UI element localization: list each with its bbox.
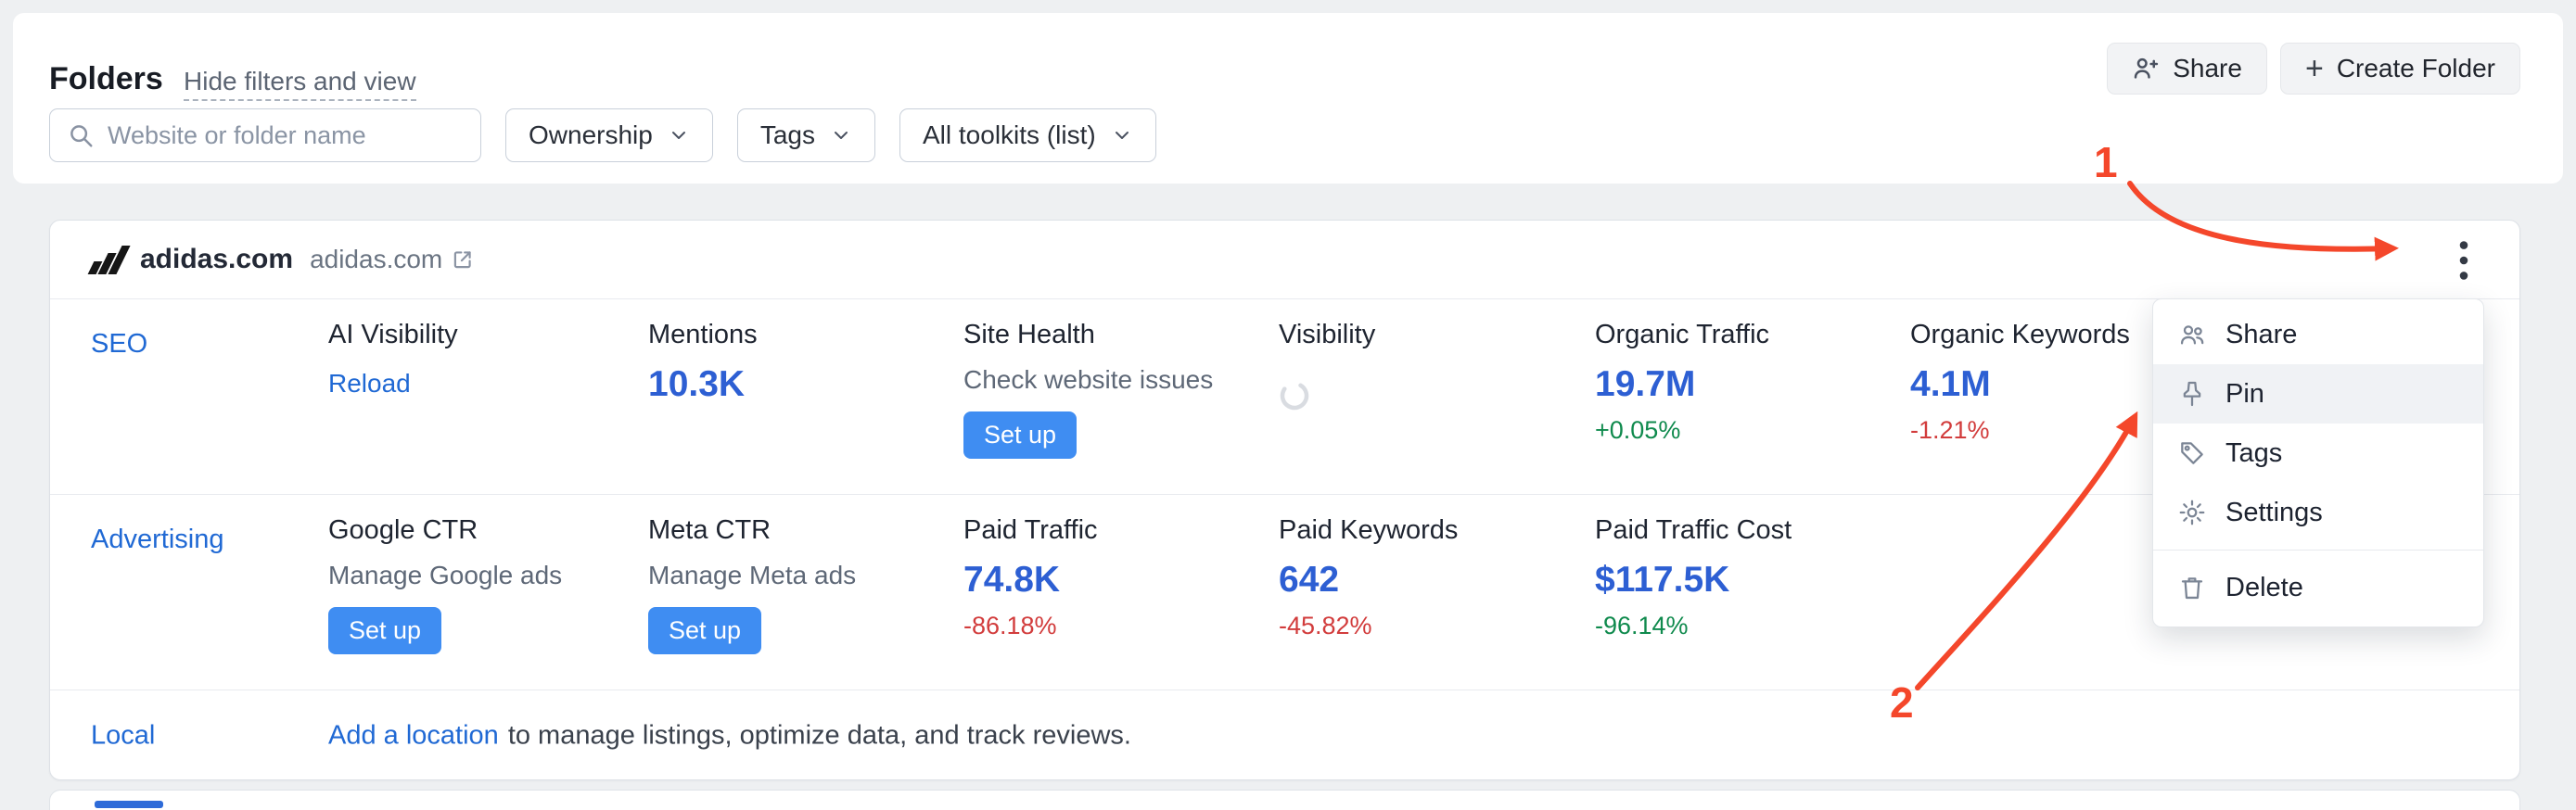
advertising-link[interactable]: Advertising — [91, 525, 223, 555]
people-icon — [2177, 320, 2207, 349]
local-content: Add a location to manage listings, optimi… — [328, 720, 1131, 751]
page-title: Folders — [49, 61, 163, 97]
menu-item-tags[interactable]: Tags — [2153, 424, 2483, 483]
seo-row: SEO AI Visibility Reload Mentions 10.3K … — [50, 299, 2519, 495]
loading-spinner-icon — [1279, 380, 1310, 411]
kebab-menu-button[interactable] — [2442, 237, 2486, 284]
menu-item-label: Tags — [2225, 438, 2282, 469]
metric-note: Manage Google ads — [328, 561, 634, 590]
ownership-dropdown[interactable]: Ownership — [505, 108, 713, 162]
search-input[interactable] — [108, 121, 464, 150]
metric-title: Paid Traffic — [963, 515, 1269, 546]
metric-title: Organic Traffic — [1595, 320, 1901, 350]
metric-paid-traffic-cost: Paid Traffic Cost $117.5K -96.14% — [1595, 515, 1901, 640]
metric-title: Paid Keywords — [1279, 515, 1585, 546]
menu-item-pin[interactable]: Pin — [2153, 364, 2483, 424]
ownership-dropdown-label: Ownership — [529, 120, 653, 150]
next-card-partial-content — [95, 801, 163, 808]
menu-item-settings[interactable]: Settings — [2153, 483, 2483, 542]
trash-icon — [2177, 573, 2207, 602]
gear-icon — [2177, 498, 2207, 527]
google-ctr-setup-button[interactable]: Set up — [328, 607, 441, 654]
metric-change: -96.14% — [1595, 612, 1901, 640]
folder-card-adidas: adidas.com adidas.com SEO AI Visibility … — [49, 220, 2520, 780]
chevron-down-icon — [668, 124, 690, 146]
kebab-icon — [2457, 239, 2470, 282]
metric-note: Manage Meta ads — [648, 561, 954, 590]
metric-title: Meta CTR — [648, 515, 954, 546]
metric-paid-traffic: Paid Traffic 74.8K -86.18% — [963, 515, 1269, 640]
metric-ai-visibility: AI Visibility Reload — [328, 320, 634, 399]
tag-icon — [2177, 438, 2207, 468]
add-location-link[interactable]: Add a location — [328, 720, 499, 751]
search-icon — [67, 121, 95, 149]
chevron-down-icon — [830, 124, 852, 146]
pin-icon — [2177, 379, 2207, 409]
adidas-logo-icon — [91, 246, 123, 274]
toolkits-dropdown[interactable]: All toolkits (list) — [899, 108, 1156, 162]
metric-mentions: Mentions 10.3K — [648, 320, 954, 405]
folder-name: adidas.com — [140, 244, 293, 275]
hide-filters-link[interactable]: Hide filters and view — [184, 67, 416, 101]
metric-title: Site Health — [963, 320, 1269, 350]
local-link[interactable]: Local — [91, 720, 155, 751]
external-link-icon — [451, 247, 475, 272]
local-description: to manage listings, optimize data, and t… — [508, 720, 1131, 750]
metric-change: +0.05% — [1595, 416, 1901, 445]
menu-item-label: Settings — [2225, 498, 2323, 528]
share-button-label: Share — [2173, 54, 2242, 83]
metric-title: Google CTR — [328, 515, 634, 546]
share-button[interactable]: Share — [2107, 43, 2267, 95]
metric-title: Visibility — [1279, 320, 1585, 350]
metric-paid-keywords: Paid Keywords 642 -45.82% — [1279, 515, 1585, 640]
metric-title: Paid Traffic Cost — [1595, 515, 1901, 546]
metric-title: AI Visibility — [328, 320, 634, 350]
advertising-row: Advertising Google CTR Manage Google ads… — [50, 495, 2519, 690]
metric-change: -45.82% — [1279, 612, 1585, 640]
tags-dropdown-label: Tags — [760, 120, 815, 150]
chevron-down-icon — [1111, 124, 1133, 146]
create-folder-label: Create Folder — [2337, 54, 2495, 83]
metric-site-health: Site Health Check website issues Set up — [963, 320, 1269, 459]
meta-ctr-setup-button[interactable]: Set up — [648, 607, 761, 654]
metric-meta-ctr: Meta CTR Manage Meta ads Set up — [648, 515, 954, 654]
menu-item-label: Share — [2225, 320, 2297, 350]
tags-dropdown[interactable]: Tags — [737, 108, 875, 162]
metric-change: -86.18% — [963, 612, 1269, 640]
create-folder-button[interactable]: + Create Folder — [2280, 43, 2520, 95]
user-plus-icon — [2132, 55, 2160, 82]
metric-note: Check website issues — [963, 365, 1269, 395]
metric-value[interactable]: $117.5K — [1595, 561, 1901, 601]
search-box — [49, 108, 481, 162]
metric-visibility: Visibility — [1279, 320, 1585, 416]
folder-card-header: adidas.com adidas.com — [50, 221, 2519, 299]
menu-item-share[interactable]: Share — [2153, 305, 2483, 364]
menu-item-label: Pin — [2225, 379, 2264, 410]
toolkits-dropdown-label: All toolkits (list) — [923, 120, 1096, 150]
folder-context-menu: Share Pin Tags Settings Delete — [2152, 298, 2484, 627]
metric-value[interactable]: 74.8K — [963, 561, 1269, 601]
next-folder-card-partial — [49, 790, 2520, 810]
metric-value[interactable]: 642 — [1279, 561, 1585, 601]
header-actions: Share + Create Folder — [2107, 43, 2520, 95]
metric-title: Mentions — [648, 320, 954, 350]
page-header-panel: Folders Hide filters and view Share + Cr… — [13, 13, 2563, 184]
local-row: Local Add a location to manage listings, … — [50, 690, 2519, 780]
menu-item-delete[interactable]: Delete — [2153, 558, 2483, 617]
reload-link[interactable]: Reload — [328, 369, 411, 399]
metric-value[interactable]: 19.7M — [1595, 365, 1901, 405]
metric-google-ctr: Google CTR Manage Google ads Set up — [328, 515, 634, 654]
menu-item-label: Delete — [2225, 573, 2303, 603]
seo-link[interactable]: SEO — [91, 329, 147, 360]
folder-domain-label: adidas.com — [310, 245, 442, 274]
plus-icon: + — [2305, 53, 2324, 84]
filter-row: Ownership Tags All toolkits (list) — [49, 108, 1156, 162]
folder-domain-link[interactable]: adidas.com — [310, 245, 475, 274]
menu-divider — [2153, 550, 2483, 551]
metric-value[interactable]: 10.3K — [648, 365, 954, 405]
site-health-setup-button[interactable]: Set up — [963, 411, 1077, 459]
metric-organic-traffic: Organic Traffic 19.7M +0.05% — [1595, 320, 1901, 445]
